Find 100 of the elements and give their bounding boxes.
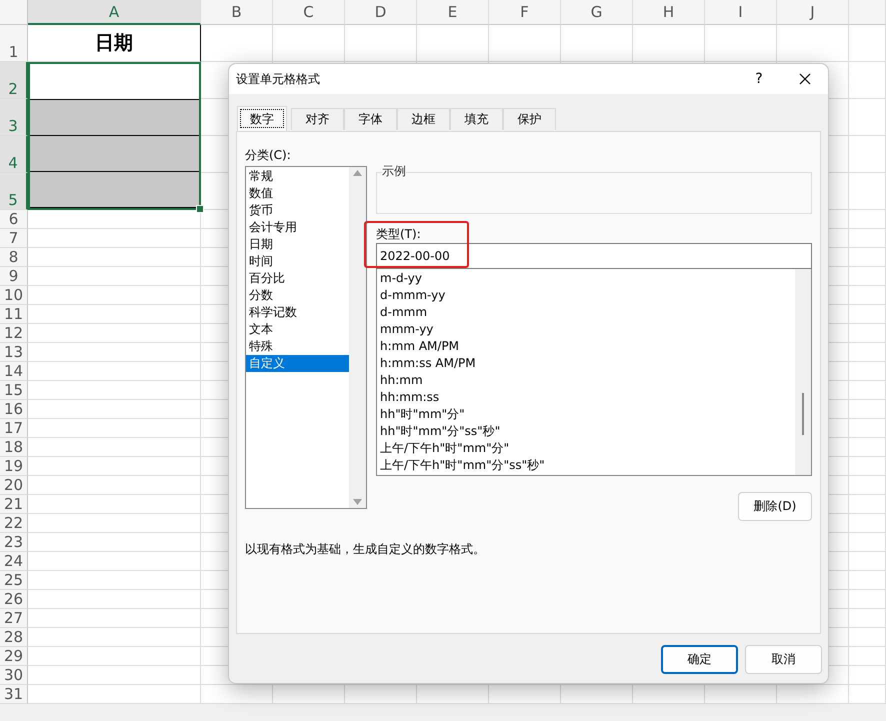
row-header[interactable]: 3 — [0, 99, 28, 136]
row-header[interactable]: 23 — [0, 533, 28, 552]
row-header[interactable]: 4 — [0, 136, 28, 173]
row-header[interactable]: 19 — [0, 457, 28, 476]
row-header[interactable]: 14 — [0, 362, 28, 381]
ok-button[interactable]: 确定 — [661, 645, 738, 674]
column-header[interactable]: D — [345, 0, 417, 25]
row-header[interactable]: 10 — [0, 286, 28, 305]
list-item[interactable]: m-d-yy — [377, 270, 795, 287]
column-header[interactable]: F — [489, 0, 561, 25]
column-header[interactable]: E — [417, 0, 489, 25]
table-cell — [849, 343, 886, 362]
row-header[interactable]: 28 — [0, 628, 28, 647]
tab[interactable]: 对齐 — [291, 108, 344, 130]
scrollbar-thumb[interactable] — [802, 393, 804, 435]
table-cell — [561, 25, 633, 62]
column-header[interactable]: B — [201, 0, 273, 25]
table-cell — [849, 286, 886, 305]
list-item[interactable]: mmm-yy — [377, 321, 795, 338]
row-header[interactable]: 7 — [0, 229, 28, 248]
list-item[interactable]: 百分比 — [246, 270, 349, 287]
row-header[interactable]: 24 — [0, 552, 28, 571]
row-header[interactable]: 2 — [0, 62, 28, 99]
table-cell — [201, 25, 273, 62]
scroll-up-icon[interactable] — [353, 170, 362, 176]
table-cell — [849, 136, 886, 173]
fill-handle[interactable] — [196, 205, 204, 213]
list-item[interactable]: 时间 — [246, 253, 349, 270]
list-item[interactable]: hh"时"mm"分" — [377, 406, 795, 423]
row-header[interactable]: 16 — [0, 400, 28, 419]
column-header[interactable]: G — [561, 0, 633, 25]
table-cell — [201, 685, 273, 704]
column-header[interactable] — [849, 0, 886, 25]
column-header[interactable]: J — [777, 0, 849, 25]
table-cell — [849, 324, 886, 343]
row-header[interactable]: 21 — [0, 495, 28, 514]
row-header[interactable]: 20 — [0, 476, 28, 495]
row-header[interactable]: 12 — [0, 324, 28, 343]
list-item[interactable]: 日期 — [246, 236, 349, 253]
row-header[interactable]: 31 — [0, 685, 28, 704]
row-header[interactable]: 15 — [0, 381, 28, 400]
row-header[interactable]: 1 — [0, 25, 28, 62]
tab[interactable]: 边框 — [397, 108, 450, 130]
column-header[interactable]: C — [273, 0, 345, 25]
row-header[interactable]: 29 — [0, 647, 28, 666]
list-item[interactable]: 自定义 — [246, 355, 349, 372]
list-item[interactable]: 货币 — [246, 202, 349, 219]
row-header[interactable]: 9 — [0, 267, 28, 286]
list-item[interactable]: h:mm AM/PM — [377, 338, 795, 355]
delete-button[interactable]: 删除(D) — [738, 492, 812, 521]
list-item[interactable]: 文本 — [246, 321, 349, 338]
list-item[interactable]: 特殊 — [246, 338, 349, 355]
table-cell — [849, 552, 886, 571]
list-item[interactable]: 上午/下午h"时"mm"分"ss"秒" — [377, 457, 795, 474]
select-all-corner[interactable] — [0, 0, 28, 25]
row-header[interactable]: 18 — [0, 438, 28, 457]
list-item[interactable]: 数值 — [246, 185, 349, 202]
row-header[interactable]: 30 — [0, 666, 28, 685]
tab[interactable]: 保护 — [503, 108, 556, 130]
list-item[interactable]: h:mm:ss AM/PM — [377, 355, 795, 372]
tab[interactable]: 字体 — [344, 108, 397, 130]
list-item[interactable]: d-mmm-yy — [377, 287, 795, 304]
list-item[interactable]: hh"时"mm"分"ss"秒" — [377, 423, 795, 440]
list-item[interactable]: 上午/下午h"时"mm"分" — [377, 440, 795, 457]
table-cell — [849, 305, 886, 324]
list-item[interactable]: hh:mm:ss — [377, 389, 795, 406]
scroll-down-icon[interactable] — [353, 499, 362, 505]
row-header[interactable]: 25 — [0, 571, 28, 590]
row-header[interactable]: 27 — [0, 609, 28, 628]
table-cell: 日期 — [28, 25, 201, 62]
list-item[interactable]: hh:mm — [377, 372, 795, 389]
category-list[interactable]: 常规 数值 货币 会计专用 日期 时间 百分比 分数 科学记数 文本 特殊 自定义 — [245, 166, 367, 509]
row-header[interactable]: 26 — [0, 590, 28, 609]
table-cell — [849, 685, 886, 704]
row-header[interactable]: 13 — [0, 343, 28, 362]
row-header[interactable]: 6 — [0, 210, 28, 229]
row-header[interactable]: 17 — [0, 419, 28, 438]
row-header[interactable]: 8 — [0, 248, 28, 267]
column-header[interactable]: I — [705, 0, 777, 25]
row-header[interactable]: 5 — [0, 173, 28, 210]
list-item[interactable]: d-mmm — [377, 304, 795, 321]
table-cell — [777, 685, 849, 704]
table-cell — [849, 25, 886, 62]
column-header[interactable]: H — [633, 0, 705, 25]
table-cell — [849, 438, 886, 457]
help-button[interactable]: ? — [736, 71, 782, 87]
format-list[interactable]: m-d-yy d-mmm-yy d-mmm mmm-yy h:mm AM/PM h:mm:ss AM/PM hh:mm hh:mm:ss hh"时"mm"分" hh"时"mm"分"ss"秒" 上午/下午h"时"mm"分" 上午/下午h"时"mm"分"ss"秒" — [376, 269, 812, 476]
column-header[interactable]: A — [28, 0, 201, 25]
type-field[interactable]: 2022-00-00 — [376, 243, 812, 269]
list-item[interactable]: 常规 — [246, 168, 349, 185]
table-cell — [849, 419, 886, 438]
list-item[interactable]: 科学记数 — [246, 304, 349, 321]
tab[interactable]: 填充 — [450, 108, 503, 130]
list-item[interactable]: 会计专用 — [246, 219, 349, 236]
tab[interactable]: 数字 — [237, 106, 287, 131]
cancel-button[interactable]: 取消 — [745, 645, 822, 674]
row-header[interactable]: 11 — [0, 305, 28, 324]
table-cell — [849, 267, 886, 286]
row-header[interactable]: 22 — [0, 514, 28, 533]
list-item[interactable]: 分数 — [246, 287, 349, 304]
